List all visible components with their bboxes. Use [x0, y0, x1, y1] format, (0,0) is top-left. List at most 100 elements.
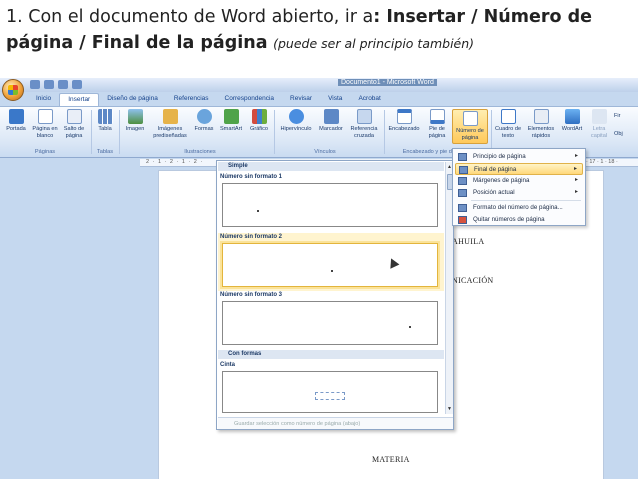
page-number-dot	[257, 210, 259, 212]
format-number-icon	[458, 204, 467, 212]
group-label-paginas: Páginas	[34, 149, 56, 155]
smartart-icon	[223, 109, 239, 124]
ribbon-shape-icon	[315, 392, 345, 400]
slide: 1. Con el documento de Word abierto, ir …	[0, 0, 638, 479]
submenu-arrow-icon: ▸	[574, 177, 578, 183]
menu-item-quitar[interactable]: Quitar números de página	[455, 214, 583, 226]
bookmark-icon	[323, 109, 339, 124]
portada-button[interactable]: Portada	[3, 109, 29, 133]
wordart-button[interactable]: WordArt	[559, 109, 585, 133]
blank-page-button[interactable]: Página en blanco	[31, 109, 59, 139]
tab-vista[interactable]: Vista	[320, 93, 350, 106]
image-icon	[127, 109, 143, 124]
header-button[interactable]: Encabezado	[386, 109, 422, 133]
ribbon-tabs: Inicio Insertar Diseño de página Referen…	[28, 93, 389, 106]
separator	[274, 110, 275, 154]
tab-acrobat[interactable]: Acrobat	[350, 93, 388, 106]
menu-separator	[471, 200, 581, 201]
cover-page-icon	[8, 109, 24, 124]
gallery-section-simple: Simple	[218, 162, 444, 171]
quick-parts-button[interactable]: Elementos rápidos	[524, 109, 558, 139]
clip-art-icon	[162, 109, 178, 124]
separator	[119, 110, 120, 154]
page-margins-icon	[458, 177, 467, 185]
tab-correspondencia[interactable]: Correspondencia	[217, 93, 283, 106]
table-button[interactable]: Tabla	[94, 109, 116, 133]
undo-icon[interactable]	[44, 80, 54, 89]
gallery-item-label-4: Cinta	[220, 362, 235, 368]
cross-reference-icon	[356, 109, 372, 124]
group-label-vinculos: Vínculos	[314, 149, 336, 155]
redo-icon[interactable]	[58, 80, 68, 89]
office-button[interactable]	[2, 79, 24, 101]
tab-inicio[interactable]: Inicio	[28, 93, 59, 106]
hyperlink-icon	[288, 109, 304, 124]
shapes-button[interactable]: Formas	[192, 109, 216, 133]
ruler-numbers-right: · 17 · 1 · 18 ·	[586, 159, 618, 165]
menu-item-principio[interactable]: Principio de página ▸	[455, 151, 583, 163]
slide-heading: 1. Con el documento de Word abierto, ir …	[6, 4, 636, 57]
submenu-arrow-icon: ▸	[574, 189, 578, 195]
current-position-icon	[458, 189, 467, 197]
smartart-button[interactable]: SmartArt	[217, 109, 245, 133]
page-text-line-3: MATERIA	[372, 455, 410, 464]
document-title: Documento1 - Microsoft Word	[338, 79, 437, 86]
page-top-icon	[458, 153, 467, 161]
page-number-dot	[409, 326, 411, 328]
gallery-section-shapes: Con formas	[218, 350, 444, 359]
cross-reference-button[interactable]: Referencia cruzada	[346, 109, 382, 139]
footer-button[interactable]: Pie de página	[423, 109, 451, 139]
save-selection-button[interactable]: Guardar selección como número de página …	[218, 417, 453, 429]
hyperlink-button[interactable]: Hipervínculo	[276, 109, 316, 133]
tab-diseno-pagina[interactable]: Diseño de página	[99, 93, 166, 106]
quick-parts-icon	[533, 109, 549, 124]
office-logo-icon	[8, 85, 18, 95]
gallery-thumb-4[interactable]	[222, 371, 438, 413]
page-text-line-1: AHUILA	[452, 237, 485, 246]
bookmark-button[interactable]: Marcador	[316, 109, 346, 133]
clip-art-button[interactable]: Imágenes prediseñadas	[150, 109, 190, 139]
group-label-ilustraciones: Ilustraciones	[184, 149, 216, 155]
page-text-line-2: NICACIÓN	[452, 276, 494, 285]
heading-note: (puede ser al principio también)	[273, 36, 475, 51]
page-number-gallery: Simple Número sin formato 1 Número sin f…	[216, 160, 454, 430]
chart-button[interactable]: Gráfico	[246, 109, 272, 133]
page-number-button[interactable]: Número de página	[452, 109, 488, 144]
ruler-numbers-left: 2 · 1 · 2 · 1 · 2 ·	[146, 159, 204, 165]
tab-insertar[interactable]: Insertar	[59, 93, 100, 106]
page-bottom-icon	[459, 166, 468, 174]
page-number-dot	[331, 270, 333, 272]
separator	[91, 110, 92, 154]
menu-item-posicion-actual[interactable]: Posición actual ▸	[455, 187, 583, 199]
menu-item-final[interactable]: Final de página ▸	[455, 163, 583, 175]
drop-cap-button[interactable]: Letra capital	[587, 109, 611, 139]
quick-access-toolbar	[30, 80, 82, 89]
blank-page-icon	[37, 109, 53, 124]
menu-item-margenes[interactable]: Márgenes de página ▸	[455, 175, 583, 187]
object-button[interactable]: Obj	[614, 131, 636, 138]
text-box-button[interactable]: Cuadro de texto	[493, 109, 523, 139]
chart-icon	[251, 109, 267, 124]
table-icon	[97, 109, 113, 124]
menu-item-formato[interactable]: Formato del número de página...	[455, 202, 583, 214]
tab-revisar[interactable]: Revisar	[282, 93, 320, 106]
signature-line-button[interactable]: Fir	[614, 113, 636, 120]
footer-icon	[429, 109, 445, 124]
scroll-down-icon[interactable]: ▼	[447, 406, 452, 412]
gallery-thumb-2[interactable]	[222, 243, 438, 287]
text-box-icon	[500, 109, 516, 124]
gallery-thumb-3[interactable]	[222, 301, 438, 345]
remove-number-icon	[458, 216, 467, 224]
page-break-icon	[66, 109, 82, 124]
tab-referencias[interactable]: Referencias	[166, 93, 217, 106]
customize-icon[interactable]	[72, 80, 82, 89]
gallery-thumb-1[interactable]	[222, 183, 438, 227]
group-label-tablas: Tablas	[96, 149, 114, 155]
page-break-button[interactable]: Salto de página	[60, 109, 88, 139]
title-bar: Documento1 - Microsoft Word	[0, 78, 638, 92]
drop-cap-icon	[591, 109, 607, 124]
shapes-icon	[196, 109, 212, 124]
save-icon[interactable]	[30, 80, 40, 89]
image-button[interactable]: Imagen	[122, 109, 148, 133]
gallery-item-label-2: Número sin formato 2	[220, 234, 283, 240]
